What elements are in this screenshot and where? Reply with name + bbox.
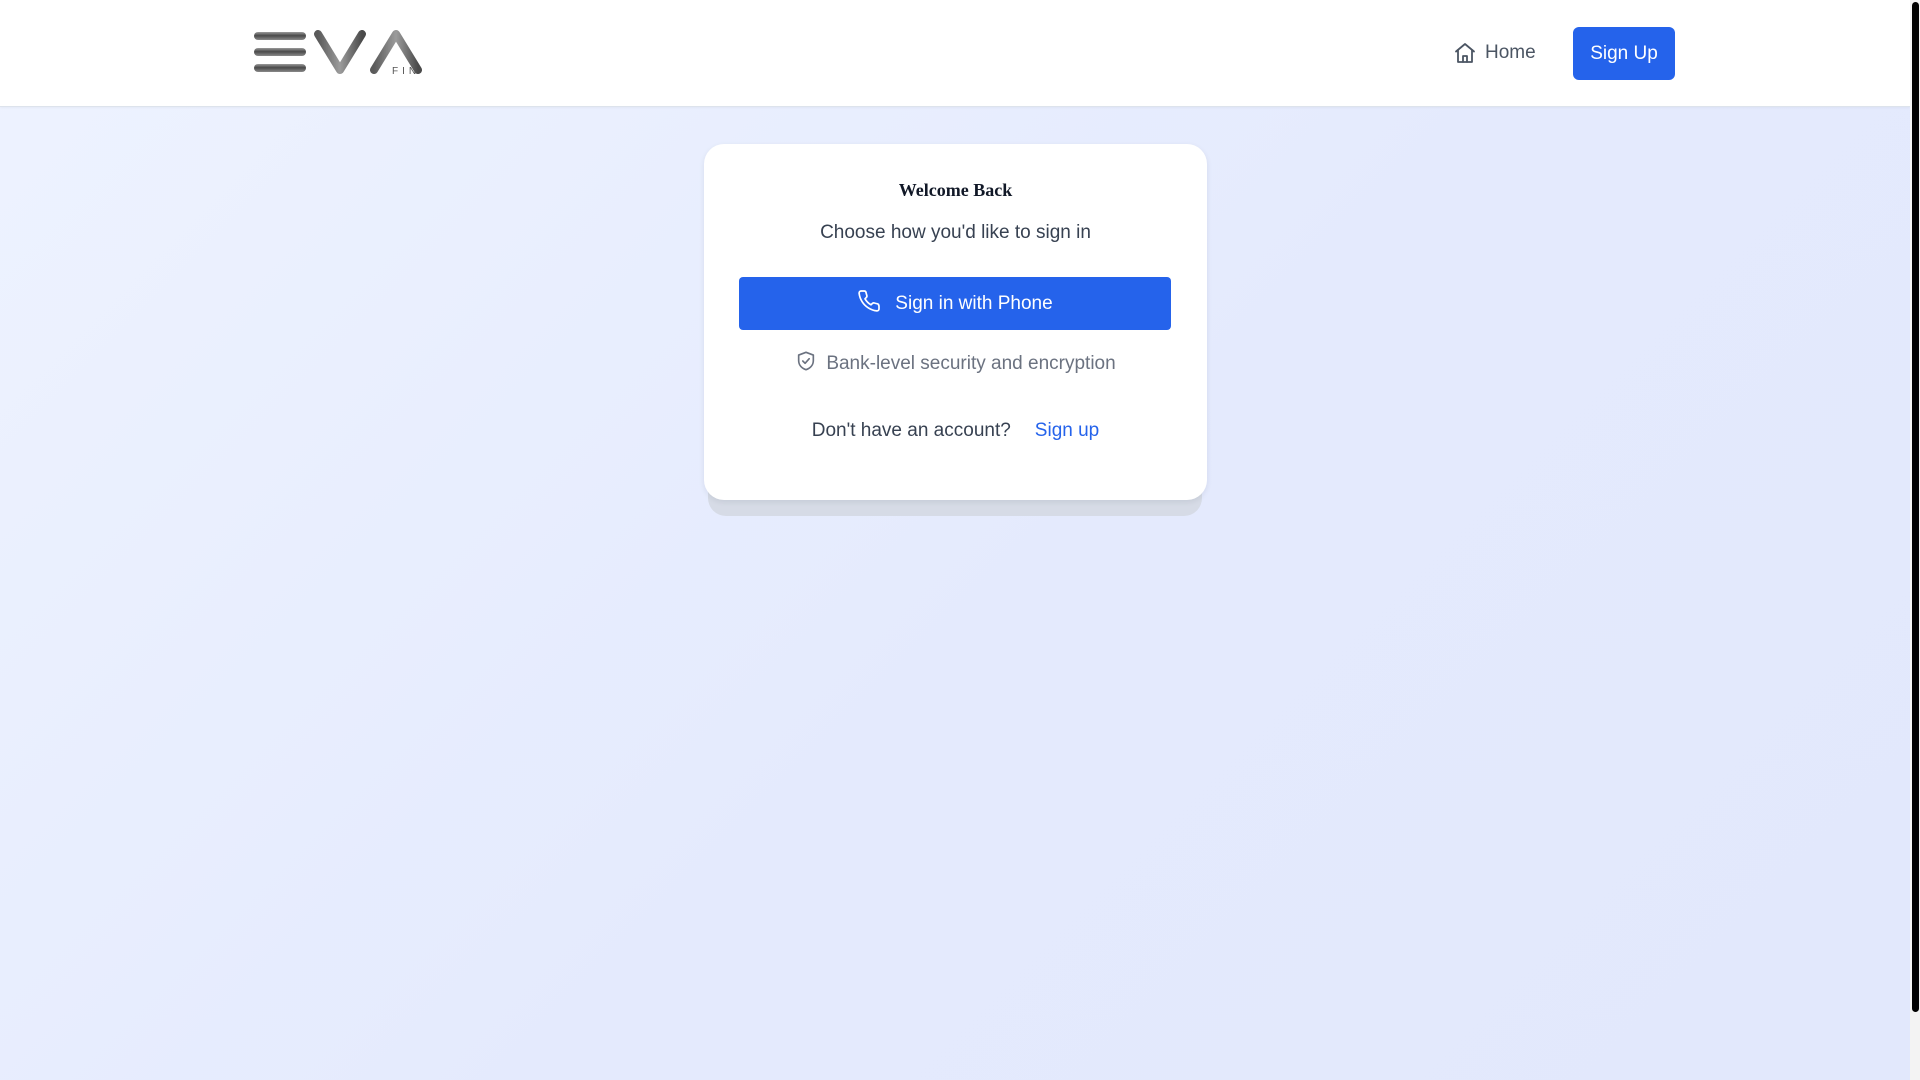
sign-in-with-phone-label: Sign in with Phone [895,292,1053,314]
phone-icon [857,289,881,319]
security-note-text: Bank-level security and encryption [826,353,1116,374]
page-scrollbar[interactable] [1910,0,1920,1080]
card-title: Welcome Back [898,180,1013,200]
card-subtitle: Choose how you'd like to sign in [820,222,1091,243]
nav-home-label: Home [1485,42,1536,63]
security-note: Bank-level security and encryption [704,350,1207,378]
eva-fin-logo-mark: FIN [254,30,422,77]
shield-check-icon [795,350,817,378]
signup-link[interactable]: Sign up [1035,420,1099,442]
sign-in-with-phone-button[interactable]: Sign in with Phone [739,277,1171,330]
home-icon [1453,41,1477,65]
sign-in-card: Welcome Back Choose how you'd like to si… [704,144,1207,500]
signup-prompt: Don't have an account? Sign up [704,419,1207,443]
top-navigation-bar: FIN Home Sign Up [0,0,1910,107]
nav-home-link[interactable]: Home [1453,36,1536,70]
eva-fin-logo[interactable]: FIN [252,30,442,78]
no-account-text: Don't have an account? [811,420,1011,441]
svg-text:FIN: FIN [392,66,420,77]
header-signup-button[interactable]: Sign Up [1573,27,1675,80]
scrollbar-thumb[interactable] [1912,2,1919,1012]
